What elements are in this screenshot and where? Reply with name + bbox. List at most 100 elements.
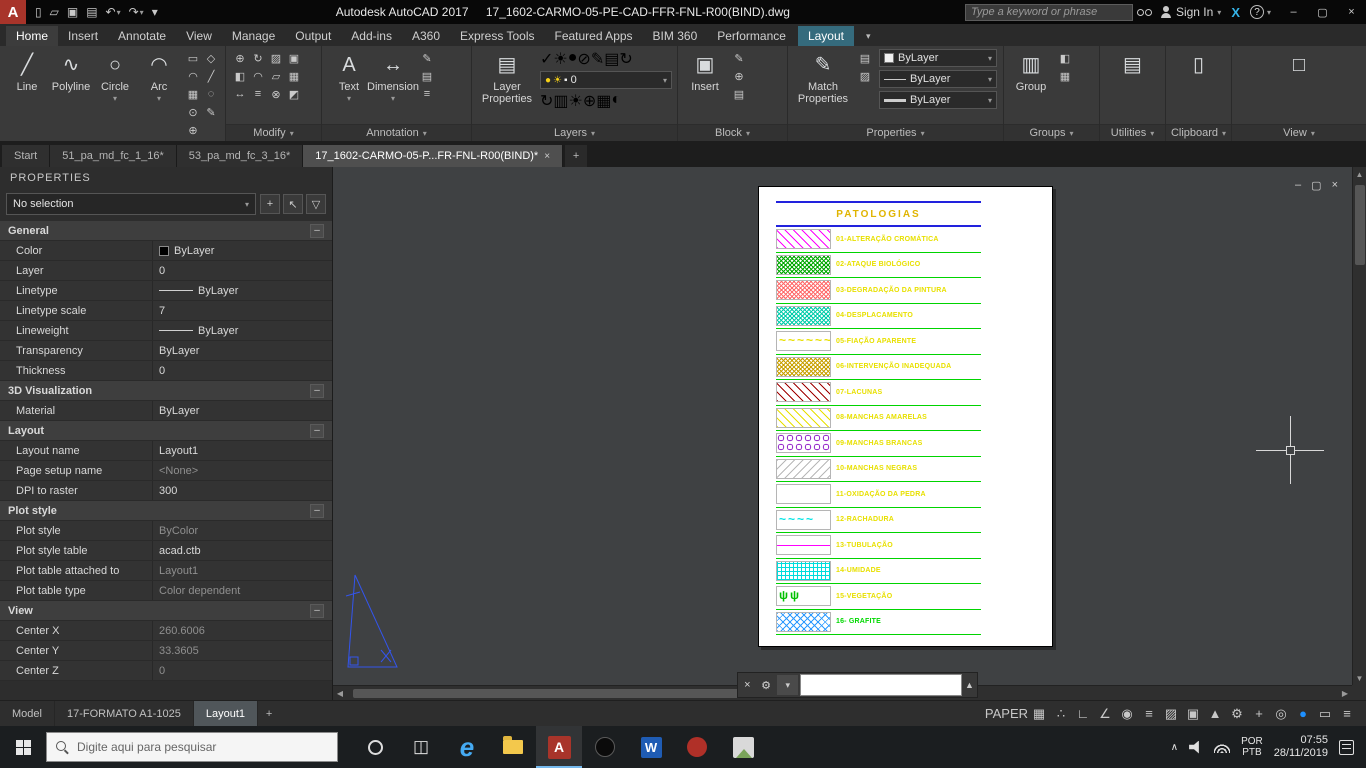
- clipboard-panel-label[interactable]: Clipboard ▾: [1166, 124, 1231, 141]
- section-collapse-button[interactable]: –: [310, 383, 324, 398]
- property-value[interactable]: ByLayer: [152, 281, 332, 300]
- property-row[interactable]: Color – Color ByLayer: [0, 241, 332, 261]
- property-row[interactable]: Plot table type – Plot table type Color …: [0, 581, 332, 601]
- paste-button[interactable]: ▯: [1177, 49, 1221, 78]
- ribbon-tab[interactable]: Manage: [222, 26, 285, 46]
- property-value[interactable]: Color dependent: [152, 581, 332, 600]
- property-value[interactable]: 0: [152, 361, 332, 380]
- tray-expand-icon[interactable]: ∧: [1171, 742, 1178, 753]
- arc-button[interactable]: ◠ Arc ▾: [137, 49, 181, 103]
- selection-cycling-icon[interactable]: ▣: [1182, 703, 1204, 725]
- section-collapse-button[interactable]: –: [310, 223, 324, 238]
- property-value[interactable]: ByLayer: [152, 321, 332, 340]
- groups-panel-label[interactable]: Groups ▾: [1004, 124, 1099, 141]
- ribbon-tab[interactable]: BIM 360: [643, 26, 708, 46]
- file-tab[interactable]: Start ×: [2, 145, 51, 167]
- layer-tool-icon[interactable]: ◐: [611, 91, 621, 111]
- property-row[interactable]: Lineweight – Lineweight ByLayer: [0, 321, 332, 341]
- ribbon-tab[interactable]: Layout: [797, 26, 854, 46]
- ribbon-tab[interactable]: Output: [285, 26, 341, 46]
- property-row[interactable]: General – General: [0, 221, 332, 241]
- snap-mode-icon[interactable]: ∴: [1050, 703, 1072, 725]
- ribbon-display-options-button[interactable]: ▾: [860, 27, 877, 46]
- layer-tool-icon[interactable]: ▥: [553, 91, 568, 111]
- polyline-button[interactable]: ∿ Polyline ▾: [49, 49, 93, 103]
- property-row[interactable]: Layout name – Layout name Layout1: [0, 441, 332, 461]
- property-value[interactable]: 0: [152, 261, 332, 280]
- properties-tool-icon[interactable]: ▨: [856, 67, 874, 85]
- close-icon[interactable]: ×: [544, 151, 550, 162]
- help-button[interactable]: ? ▾: [1249, 5, 1271, 19]
- property-value[interactable]: 300: [152, 481, 332, 500]
- layer-dropdown[interactable]: ● ☀ ▪ 0 ▾: [540, 71, 672, 89]
- network-icon[interactable]: [1214, 741, 1231, 753]
- action-center-icon[interactable]: [1339, 739, 1354, 755]
- close-icon[interactable]: ×: [738, 679, 757, 691]
- annotation-tool-icon[interactable]: ≡: [418, 85, 436, 103]
- ribbon-tab[interactable]: Home: [6, 26, 59, 46]
- property-row[interactable]: Center Y – Center Y 33.3605: [0, 641, 332, 661]
- property-row[interactable]: Plot style table – Plot style table acad…: [0, 541, 332, 561]
- match-properties-button[interactable]: ✎ Match Properties: [793, 49, 853, 105]
- layer-tool-icon[interactable]: ☀: [553, 49, 567, 69]
- property-value[interactable]: Layout1: [152, 561, 332, 580]
- draw-tool-icon[interactable]: ▦: [184, 85, 202, 103]
- ribbon-tab[interactable]: Insert: [58, 26, 108, 46]
- modify-tool-icon[interactable]: ▦: [285, 67, 303, 85]
- toggle-pickadd-button[interactable]: +: [260, 194, 280, 214]
- property-row[interactable]: Layout – Layout: [0, 421, 332, 441]
- command-input[interactable]: [800, 674, 963, 696]
- new-button[interactable]: ▯▾: [32, 2, 45, 22]
- layer-tool-icon[interactable]: ●: [568, 49, 578, 69]
- property-row[interactable]: Center Z – Center Z 0: [0, 661, 332, 681]
- keyword-search-input[interactable]: [964, 3, 1133, 21]
- annotation-tool-icon[interactable]: ▤: [418, 67, 436, 85]
- property-row[interactable]: 3D Visualization – 3D Visualization: [0, 381, 332, 401]
- new-layout-button[interactable]: +: [258, 701, 280, 727]
- property-row[interactable]: Plot table attached to – Plot table atta…: [0, 561, 332, 581]
- doc-close-button[interactable]: ×: [1332, 179, 1338, 192]
- layer-tool-icon[interactable]: ⊕: [583, 91, 596, 111]
- volume-icon[interactable]: [1189, 740, 1199, 754]
- section-collapse-button[interactable]: –: [310, 503, 324, 518]
- section-collapse-button[interactable]: –: [310, 423, 324, 438]
- scroll-down-icon[interactable]: ▼: [1356, 671, 1364, 685]
- photos-button[interactable]: [720, 726, 766, 768]
- annotation-monitor-icon[interactable]: +: [1248, 703, 1270, 725]
- taskbar-search[interactable]: [46, 732, 338, 762]
- command-history-button[interactable]: ▲: [962, 680, 977, 690]
- graphics-performance-icon[interactable]: ●: [1292, 703, 1314, 725]
- property-value[interactable]: <None>: [152, 461, 332, 480]
- object-color-dropdown[interactable]: ByLayer ▾: [879, 49, 997, 67]
- property-row[interactable]: Plot style – Plot style: [0, 501, 332, 521]
- layers-panel-label[interactable]: Layers ▾: [472, 124, 677, 141]
- open-button[interactable]: ▱▾: [47, 2, 62, 22]
- annotation-panel-label[interactable]: Annotation ▾: [322, 124, 471, 141]
- property-row[interactable]: Thickness – Thickness 0: [0, 361, 332, 381]
- vertical-scrollbar[interactable]: ▲ ▼: [1352, 167, 1366, 685]
- clean-screen-icon[interactable]: ▭: [1314, 703, 1336, 725]
- transparency-icon[interactable]: ▨: [1160, 703, 1182, 725]
- draw-tool-icon[interactable]: ▭: [184, 49, 202, 67]
- property-row[interactable]: Plot style – Plot style ByColor: [0, 521, 332, 541]
- property-value[interactable]: ByLayer: [152, 241, 332, 260]
- property-value[interactable]: 7: [152, 301, 332, 320]
- draw-tool-icon[interactable]: ⊙: [184, 103, 202, 121]
- layer-tool-icon[interactable]: ✓: [540, 49, 553, 69]
- customization-icon[interactable]: ≡: [1336, 703, 1358, 725]
- property-value[interactable]: 0: [152, 661, 332, 680]
- vertical-scroll-thumb[interactable]: [1354, 185, 1365, 265]
- ribbon-tab[interactable]: A360: [402, 26, 450, 46]
- lineweight-dropdown[interactable]: ByLayer ▾: [879, 91, 997, 109]
- start-button[interactable]: [0, 726, 46, 768]
- property-row[interactable]: Linetype scale – Linetype scale 7: [0, 301, 332, 321]
- word-button[interactable]: W: [628, 726, 674, 768]
- property-value[interactable]: ByLayer: [152, 401, 332, 420]
- property-value[interactable]: ByColor: [152, 521, 332, 540]
- search-binoculars-icon[interactable]: [1136, 8, 1152, 16]
- layer-tool-icon[interactable]: ↻: [540, 91, 553, 111]
- properties-tool-icon[interactable]: ▤: [856, 49, 874, 67]
- paper-space-button[interactable]: PAPER: [985, 703, 1028, 725]
- clock[interactable]: 07:55 28/11/2019: [1274, 734, 1328, 760]
- modify-tool-icon[interactable]: ▱: [267, 67, 285, 85]
